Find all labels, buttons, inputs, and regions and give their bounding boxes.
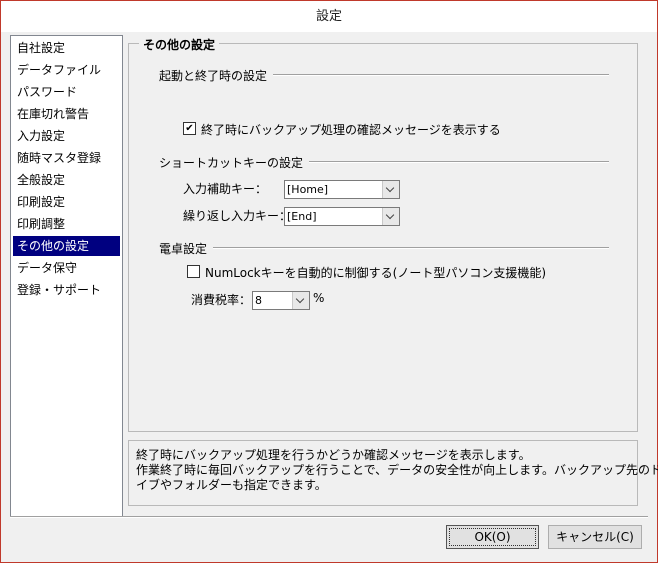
nav-item-data-file[interactable]: データファイル (13, 60, 120, 80)
assist-key-value: [Home] (287, 183, 329, 196)
shortcut-heading: ショートカットキーの設定 (159, 154, 310, 171)
window-title: 設定 (1, 1, 657, 32)
startup-heading: 起動と終了時の設定 (159, 67, 274, 84)
repeat-key-label: 繰り返し入力キー： (183, 209, 292, 223)
settings-category-list[interactable]: 自社設定 データファイル パスワード 在庫切れ警告 入力設定 随時マスタ登録 全… (10, 35, 123, 517)
assist-key-label: 入力補助キー： (183, 182, 268, 196)
tax-rate-unit: % (313, 291, 325, 305)
tax-rate-select[interactable]: 8 (252, 291, 310, 310)
nav-item-general[interactable]: 全般設定 (13, 170, 120, 190)
dropdown-button[interactable] (292, 292, 309, 309)
nav-item-support[interactable]: 登録・サポート (13, 280, 120, 300)
chevron-down-icon (295, 294, 305, 304)
other-settings-group: その他の設定 起動と終了時の設定 ✔ 終了時にバックアップ処理の確認メッセージを… (128, 36, 638, 432)
numlock-checkbox[interactable] (187, 265, 200, 278)
tax-rate-value: 8 (255, 294, 262, 307)
nav-item-maintenance[interactable]: データ保守 (13, 258, 120, 278)
chevron-down-icon (385, 183, 395, 193)
cancel-button[interactable]: キャンセル(C) (548, 525, 642, 549)
dropdown-button[interactable] (382, 181, 399, 198)
nav-item-password[interactable]: パスワード (13, 82, 120, 102)
ok-button[interactable]: OK(O) (446, 525, 539, 549)
numlock-label: NumLockキーを自動的に制御する(ノート型パソコン支援機能) (205, 266, 547, 280)
section-divider (159, 247, 609, 249)
nav-item-input[interactable]: 入力設定 (13, 126, 120, 146)
settings-window: 設定 自社設定 データファイル パスワード 在庫切れ警告 入力設定 随時マスタ登… (0, 0, 658, 563)
nav-item-print[interactable]: 印刷設定 (13, 192, 120, 212)
repeat-key-value: [End] (287, 210, 317, 223)
nav-item-stock-warning[interactable]: 在庫切れ警告 (13, 104, 120, 124)
repeat-key-select[interactable]: [End] (284, 207, 400, 226)
confirm-backup-checkbox[interactable]: ✔ (183, 122, 196, 135)
chevron-down-icon (385, 210, 395, 220)
assist-key-select[interactable]: [Home] (284, 180, 400, 199)
footer-divider (10, 516, 648, 518)
nav-item-company[interactable]: 自社設定 (13, 38, 120, 58)
dialog-client: 自社設定 データファイル パスワード 在庫切れ警告 入力設定 随時マスタ登録 全… (7, 33, 658, 556)
nav-item-other[interactable]: その他の設定 (13, 236, 120, 256)
calculator-heading: 電卓設定 (159, 240, 214, 257)
nav-item-master-register[interactable]: 随時マスタ登録 (13, 148, 120, 168)
dropdown-button[interactable] (382, 208, 399, 225)
description-box: 終了時にバックアップ処理を行うかどうか確認メッセージを表示します。 作業終了時に… (128, 440, 658, 506)
description-line: イブやフォルダーも指定できます。 (136, 478, 327, 492)
confirm-backup-label: 終了時にバックアップ処理の確認メッセージを表示する (201, 123, 501, 137)
check-icon: ✔ (185, 123, 194, 134)
tax-rate-label: 消費税率： (191, 293, 252, 307)
group-title: その他の設定 (139, 36, 220, 53)
nav-item-print-adjust[interactable]: 印刷調整 (13, 214, 120, 234)
